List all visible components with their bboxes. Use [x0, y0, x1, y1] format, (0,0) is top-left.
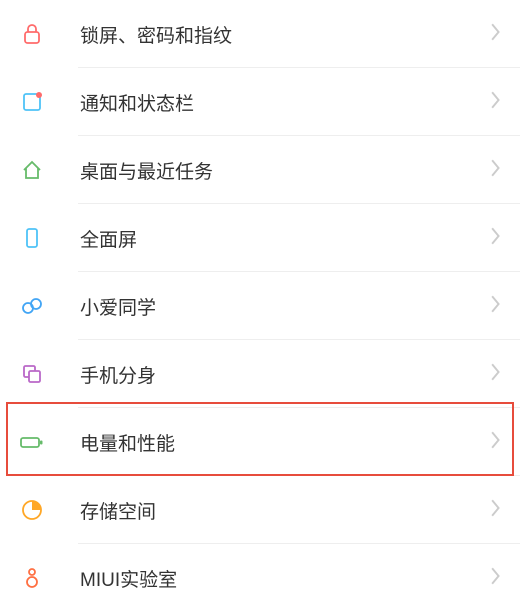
- home-icon: [18, 156, 46, 184]
- settings-item-label: MIUI实验室: [80, 565, 490, 592]
- settings-item-fullscreen[interactable]: 全面屏: [0, 204, 520, 272]
- lock-icon: [18, 20, 46, 48]
- settings-item-label: 桌面与最近任务: [80, 157, 490, 184]
- settings-item-xiaoai[interactable]: 小爱同学: [0, 272, 520, 340]
- settings-item-notification[interactable]: 通知和状态栏: [0, 68, 520, 136]
- battery-icon: [18, 428, 46, 456]
- notification-icon: [18, 88, 46, 116]
- xiaoai-icon: [18, 292, 46, 320]
- settings-item-battery[interactable]: 电量和性能: [0, 408, 520, 476]
- settings-item-label: 电量和性能: [80, 429, 490, 456]
- fullscreen-icon: [18, 224, 46, 252]
- chevron-right-icon: [490, 499, 502, 522]
- chevron-right-icon: [490, 91, 502, 114]
- settings-item-lab[interactable]: MIUI实验室: [0, 544, 520, 612]
- chevron-right-icon: [490, 567, 502, 590]
- settings-item-label: 通知和状态栏: [80, 89, 490, 116]
- settings-item-label: 锁屏、密码和指纹: [80, 21, 490, 48]
- settings-item-label: 存储空间: [80, 497, 490, 524]
- settings-item-clone[interactable]: 手机分身: [0, 340, 520, 408]
- settings-list: 锁屏、密码和指纹 通知和状态栏 桌面与最近任务 全面屏: [0, 0, 520, 612]
- lab-icon: [18, 564, 46, 592]
- chevron-right-icon: [490, 295, 502, 318]
- settings-item-label: 小爱同学: [80, 293, 490, 320]
- settings-item-label: 手机分身: [80, 361, 490, 388]
- clone-icon: [18, 360, 46, 388]
- chevron-right-icon: [490, 23, 502, 46]
- settings-item-storage[interactable]: 存储空间: [0, 476, 520, 544]
- chevron-right-icon: [490, 431, 502, 454]
- settings-item-label: 全面屏: [80, 225, 490, 252]
- settings-item-home[interactable]: 桌面与最近任务: [0, 136, 520, 204]
- chevron-right-icon: [490, 363, 502, 386]
- chevron-right-icon: [490, 159, 502, 182]
- chevron-right-icon: [490, 227, 502, 250]
- storage-icon: [18, 496, 46, 524]
- settings-item-lockscreen[interactable]: 锁屏、密码和指纹: [0, 0, 520, 68]
